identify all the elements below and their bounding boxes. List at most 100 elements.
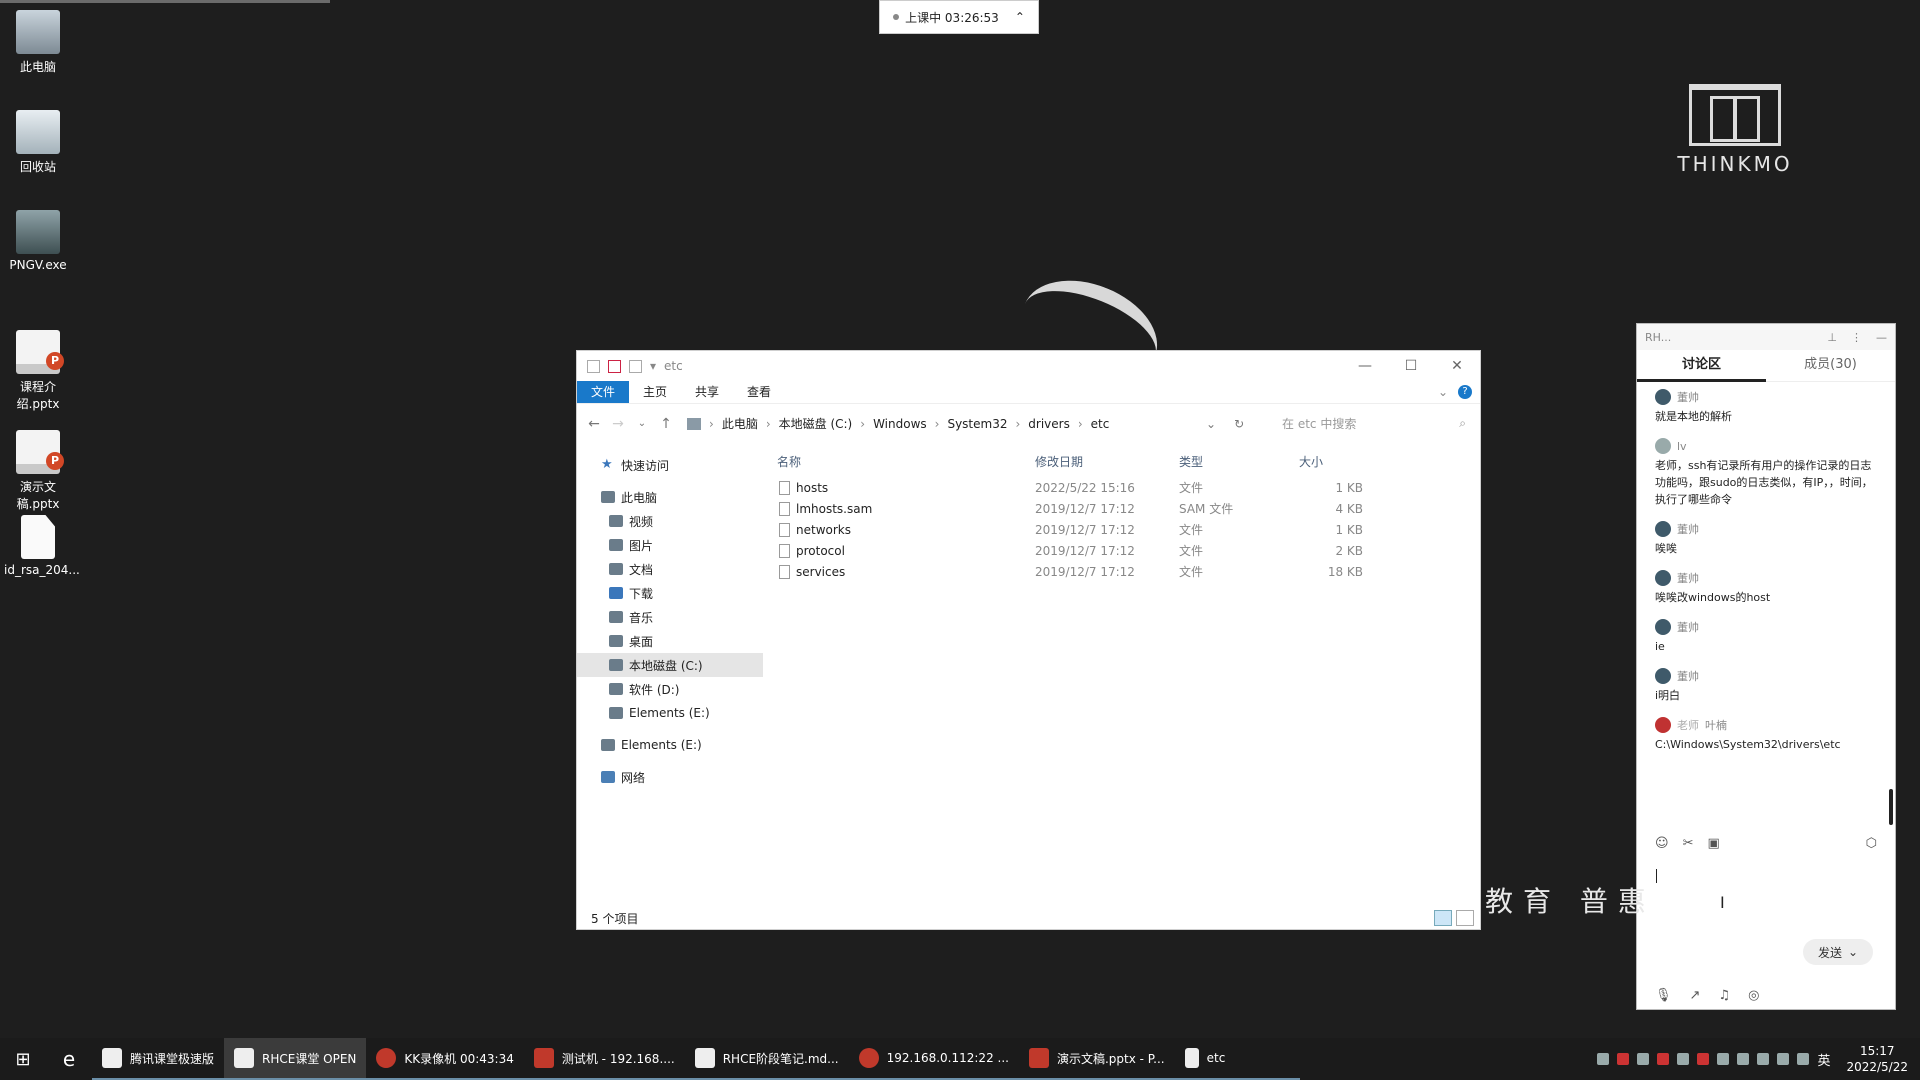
nav-documents[interactable]: 文档 [577,557,763,581]
scissors-icon[interactable]: ✂ [1683,836,1694,851]
breadcrumb[interactable]: › 此电脑 › 本地磁盘 (C:) › Windows › System32 ›… [681,412,1200,436]
more-icon[interactable]: ⋮ [1851,331,1862,344]
nav-quick-access[interactable]: ★ 快速访问 [577,453,763,477]
image-icon[interactable]: ▣ [1707,836,1719,851]
windows-start-icon[interactable]: ⊞ [0,1049,46,1070]
taskbar-item[interactable]: 腾讯课堂极速版 [92,1038,225,1080]
desktop-icon-pngv[interactable]: PNGV.exe [4,210,72,272]
input-language[interactable]: 英 [1817,1050,1830,1069]
quick-access-icon[interactable] [587,359,600,373]
share-icon[interactable]: ↗ [1690,988,1701,1003]
back-arrow-icon[interactable]: ← [585,416,603,432]
breadcrumb-item[interactable]: System32 [947,417,1007,431]
desktop-icon-id-rsa[interactable]: id_rsa_204... [4,515,80,577]
refresh-icon[interactable]: ↻ [1234,417,1244,431]
tab-discussion[interactable]: 讨论区 [1637,350,1766,382]
breadcrumb-item[interactable]: 本地磁盘 (C:) [779,415,853,432]
chevron-up-icon[interactable]: ⌃ [1015,10,1025,24]
nav-local-disk-c[interactable]: 本地磁盘 (C:) [577,653,763,677]
nav-pictures[interactable]: 图片 [577,533,763,557]
chat-input-caret[interactable] [1656,869,1657,883]
nav-music[interactable]: 音乐 [577,605,763,629]
taskbar-item[interactable]: etc [1174,1038,1300,1080]
minimize-icon[interactable]: — [1876,331,1887,344]
file-row[interactable]: services 2019/12/7 17:12 文件 18 KB [773,561,1480,582]
recent-dropdown-icon[interactable]: ⌄ [633,418,651,429]
microphone-icon[interactable]: 🎙 [1655,988,1672,1003]
battery-icon[interactable] [1737,1053,1750,1065]
file-row[interactable]: hosts 2022/5/22 15:16 文件 1 KB [773,477,1480,498]
chevron-down-icon[interactable]: ⌄ [1848,945,1858,959]
emoji-icon[interactable]: ☺ [1655,836,1669,851]
tab-home[interactable]: 主页 [629,381,681,403]
taskbar-item[interactable]: RHCE阶段笔记.md... [684,1038,849,1080]
desktop-icon-recycle-bin[interactable]: 回收站 [4,110,72,175]
taskbar-item[interactable]: 测试机 - 192.168.... [523,1038,685,1080]
tab-share[interactable]: 共享 [681,381,733,403]
nav-desktop[interactable]: 桌面 [577,629,763,653]
column-header-size[interactable]: 大小 [1299,453,1369,470]
nav-drive-d[interactable]: 软件 (D:) [577,677,763,701]
column-header-type[interactable]: 类型 [1179,453,1299,470]
taskbar-item[interactable]: 演示文稿.pptx - P... [1018,1038,1175,1080]
ribbon-collapse-icon[interactable]: ⌄ [1438,385,1448,399]
qat-dropdown-icon[interactable]: ▾ [650,359,656,373]
chat-scrollbar[interactable] [1889,789,1893,825]
large-icons-view-icon[interactable] [1456,910,1474,926]
details-view-icon[interactable] [1434,910,1452,926]
help-icon[interactable]: ? [1458,385,1472,399]
nav-network[interactable]: 网络 [577,765,763,789]
breadcrumb-item[interactable]: drivers [1028,417,1070,431]
nav-videos[interactable]: 视频 [577,509,763,533]
forward-arrow-icon[interactable]: → [609,416,627,432]
search-icon[interactable]: ⌕ [1459,416,1466,431]
desktop-icon-presentation-pptx[interactable]: 演示文稿.pptx [4,430,72,512]
settings-icon[interactable]: ⬡ [1866,836,1877,851]
music-note-icon[interactable]: ♫ [1718,988,1730,1003]
network-tray-icon[interactable] [1777,1053,1790,1065]
maximize-button[interactable]: ☐ [1388,358,1434,374]
column-header-name[interactable]: 名称 [773,453,1035,470]
desktop-icon-course-pptx[interactable]: 课程介绍.pptx [4,330,72,412]
column-header-date[interactable]: 修改日期 [1035,453,1179,470]
chat-tray-icon[interactable] [1597,1053,1610,1065]
tab-members[interactable]: 成员(30) [1766,350,1895,382]
file-row[interactable]: lmhosts.sam 2019/12/7 17:12 SAM 文件 4 KB [773,498,1480,519]
microphone-tray-icon[interactable] [1757,1053,1770,1065]
taskbar-item[interactable]: KK录像机 00:43:34 [366,1038,524,1080]
breadcrumb-item[interactable]: 此电脑 [722,415,758,432]
volume-icon[interactable] [1797,1053,1810,1065]
minimize-button[interactable]: — [1342,358,1388,374]
taskbar-item[interactable]: 192.168.0.112:22 ... [848,1038,1019,1080]
nav-downloads[interactable]: 下载 [577,581,763,605]
clock[interactable]: 15:17 2022/5/22 [1846,1043,1908,1075]
new-folder-icon[interactable] [629,359,642,373]
app-tray-icon[interactable] [1717,1053,1730,1065]
edge-browser-icon[interactable]: e [46,1047,92,1071]
up-arrow-icon[interactable]: ↑ [657,416,675,432]
nav-drive-e[interactable]: Elements (E:) [577,701,763,725]
breadcrumb-item[interactable]: Windows [873,417,927,431]
send-button[interactable]: 发送 ⌄ [1803,939,1873,965]
location-icon[interactable]: ◎ [1748,988,1759,1003]
pin-icon[interactable]: ⊥ [1827,331,1837,344]
search-input[interactable]: 在 etc 中搜索 ⌕ [1272,412,1472,436]
nav-this-pc[interactable]: 此电脑 [577,485,763,509]
app-tray-icon[interactable] [1677,1053,1690,1065]
tab-file[interactable]: 文件 [577,381,630,403]
file-row[interactable]: protocol 2019/12/7 17:12 文件 2 KB [773,540,1480,561]
breadcrumb-item[interactable]: etc [1091,417,1110,431]
address-dropdown-icon[interactable]: ⌄ [1206,417,1216,431]
taskbar-item[interactable]: RHCE课堂 OPEN [224,1038,367,1080]
file-row[interactable]: networks 2019/12/7 17:12 文件 1 KB [773,519,1480,540]
class-timer[interactable]: 上课中 03:26:53 ⌃ [879,0,1039,34]
app-tray-icon[interactable] [1697,1053,1710,1065]
desktop-icon-this-pc[interactable]: 此电脑 [4,10,72,75]
app-tray-icon[interactable] [1657,1053,1670,1065]
app-tray-icon[interactable] [1637,1053,1650,1065]
app-tray-icon[interactable] [1617,1053,1630,1065]
close-button[interactable]: ✕ [1434,358,1480,374]
properties-icon[interactable] [608,359,621,373]
tab-view[interactable]: 查看 [733,381,785,403]
nav-elements-e[interactable]: Elements (E:) [577,733,763,757]
